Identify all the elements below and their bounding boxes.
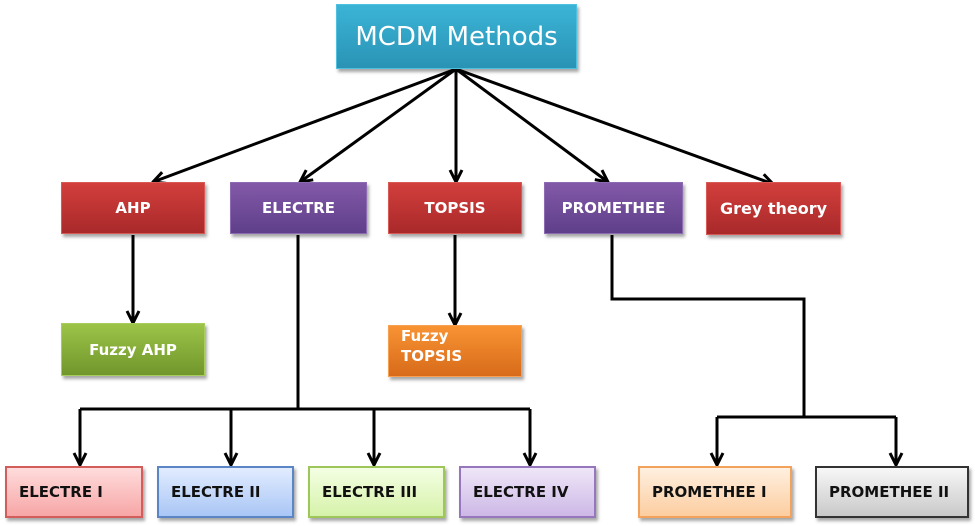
node-label: ELECTRE (261, 199, 336, 217)
edge-root-electre (300, 67, 457, 182)
node-label: PROMETHEE I (652, 483, 767, 501)
edge-root-grey-theory (455, 67, 773, 184)
node-promethee-ii: PROMETHEE II (815, 466, 969, 518)
node-label: ELECTRE II (171, 483, 261, 501)
node-promethee: PROMETHEE (544, 182, 683, 234)
node-label: TOPSIS (424, 199, 486, 217)
node-promethee-i: PROMETHEE I (638, 466, 792, 518)
edge-root-promethee (455, 67, 608, 182)
node-topsis: TOPSIS (388, 182, 522, 234)
node-label-line1: Fuzzy (401, 327, 449, 345)
node-label-line2: TOPSIS (401, 347, 463, 365)
edge-promethee-trunk (610, 235, 806, 417)
node-label: PROMETHEE II (829, 483, 950, 501)
node-ahp: AHP (61, 182, 205, 234)
node-fuzzy-ahp: Fuzzy AHP (61, 323, 205, 376)
node-label: Fuzzy AHP (89, 340, 177, 359)
node-grey-theory: Grey theory (706, 182, 841, 235)
edge-root-ahp (153, 67, 457, 182)
node-fuzzy-topsis: Fuzzy TOPSIS (388, 325, 522, 377)
connector-lines (0, 67, 975, 526)
node-label: ELECTRE IV (473, 483, 569, 501)
node-electre-iii: ELECTRE III (308, 466, 445, 518)
node-label: ELECTRE III (322, 483, 418, 501)
node-label: ELECTRE I (19, 483, 103, 501)
node-electre-i: ELECTRE I (5, 466, 143, 518)
node-label: AHP (115, 199, 151, 217)
root-node-mcdm-methods: MCDM Methods (336, 4, 577, 69)
node-electre-ii: ELECTRE II (157, 466, 294, 518)
node-electre-iv: ELECTRE IV (459, 466, 596, 518)
node-label: PROMETHEE (561, 199, 666, 217)
root-label: MCDM Methods (355, 21, 558, 52)
node-label: Grey theory (719, 199, 828, 218)
node-electre: ELECTRE (230, 182, 367, 234)
